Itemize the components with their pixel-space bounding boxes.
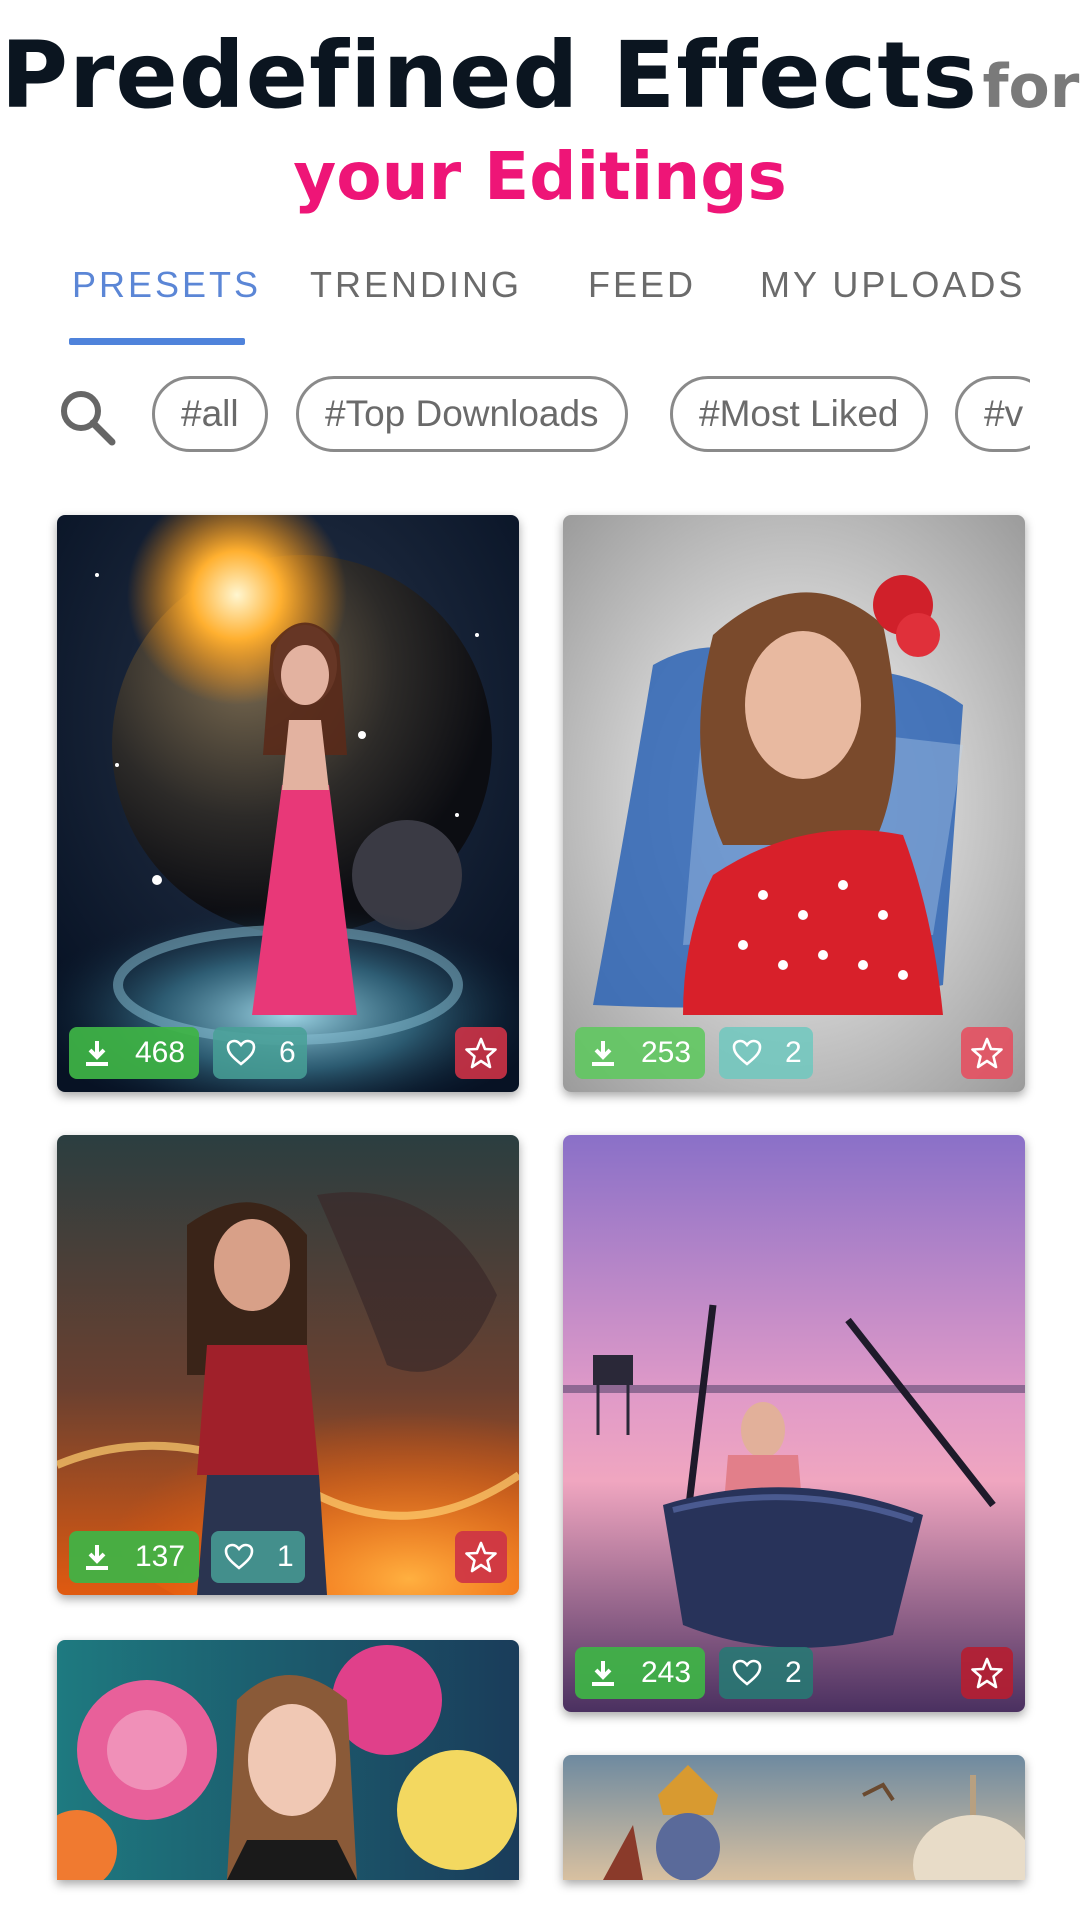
tag-chip-more[interactable]: #v <box>955 376 1030 452</box>
preset-card[interactable]: 137 1 <box>57 1135 519 1595</box>
preset-card[interactable] <box>563 1755 1025 1880</box>
download-icon <box>592 1041 614 1066</box>
download-count-badge: 243 <box>575 1647 705 1699</box>
tag-chip-top-downloads[interactable]: #Top Downloads <box>296 376 628 452</box>
tag-filter-bar: #all #Top Downloads #Most Liked #v <box>0 370 1030 460</box>
like-count: 1 <box>277 1540 294 1573</box>
download-icon <box>86 1545 108 1570</box>
preset-card[interactable]: 243 2 <box>563 1135 1025 1712</box>
preset-thumbnail-image <box>563 1755 1025 1880</box>
heart-icon <box>732 1039 762 1066</box>
download-count-badge: 253 <box>575 1027 705 1079</box>
preset-card[interactable] <box>57 1640 519 1880</box>
preset-thumbnail-image <box>57 1640 519 1880</box>
tag-chip-most-liked[interactable]: #Most Liked <box>670 376 928 452</box>
preset-card[interactable]: 468 6 <box>57 515 519 1092</box>
preset-thumbnail-image <box>563 515 1025 1092</box>
favorite-button[interactable] <box>961 1027 1013 1079</box>
download-count-badge: 137 <box>69 1531 199 1583</box>
preset-thumbnail-image <box>57 515 519 1092</box>
promo-headline-line2: your Editings <box>0 138 1080 238</box>
star-icon <box>465 1037 497 1069</box>
search-icon[interactable] <box>56 386 120 450</box>
headline-main-text: Predefined Effects <box>0 22 978 129</box>
heart-icon <box>224 1543 254 1570</box>
download-icon <box>86 1041 108 1066</box>
star-icon <box>971 1657 1003 1689</box>
download-count: 468 <box>135 1036 186 1069</box>
download-count: 137 <box>135 1540 186 1573</box>
tab-feed[interactable]: FEED <box>588 262 696 352</box>
active-tab-indicator <box>69 338 245 345</box>
tab-bar: PRESETS TRENDING FEED MY UPLOADS <box>0 262 1080 352</box>
promo-headline-line1: Predefined Effects for <box>0 22 1080 142</box>
like-count-badge: 6 <box>213 1027 307 1079</box>
download-count: 253 <box>641 1036 692 1069</box>
download-count: 243 <box>641 1656 692 1689</box>
like-count-badge: 2 <box>719 1027 813 1079</box>
star-icon <box>465 1541 497 1573</box>
like-count: 6 <box>279 1036 296 1069</box>
like-count-badge: 1 <box>211 1531 305 1583</box>
favorite-button[interactable] <box>455 1027 507 1079</box>
headline-sub-text: your Editings <box>293 138 787 215</box>
preset-thumbnail-image <box>563 1135 1025 1712</box>
like-count: 2 <box>785 1036 802 1069</box>
favorite-button[interactable] <box>961 1647 1013 1699</box>
headline-suffix-text: for <box>982 52 1080 122</box>
preset-card[interactable]: 253 2 <box>563 515 1025 1092</box>
heart-icon <box>226 1039 256 1066</box>
tab-my-uploads[interactable]: MY UPLOADS <box>760 262 1025 352</box>
favorite-button[interactable] <box>455 1531 507 1583</box>
like-count: 2 <box>785 1656 802 1689</box>
tab-trending[interactable]: TRENDING <box>310 262 522 352</box>
tag-chip-all[interactable]: #all <box>152 376 268 452</box>
heart-icon <box>732 1659 762 1686</box>
preset-thumbnail-image <box>57 1135 519 1595</box>
like-count-badge: 2 <box>719 1647 813 1699</box>
star-icon <box>971 1037 1003 1069</box>
download-icon <box>592 1661 614 1686</box>
download-count-badge: 468 <box>69 1027 199 1079</box>
